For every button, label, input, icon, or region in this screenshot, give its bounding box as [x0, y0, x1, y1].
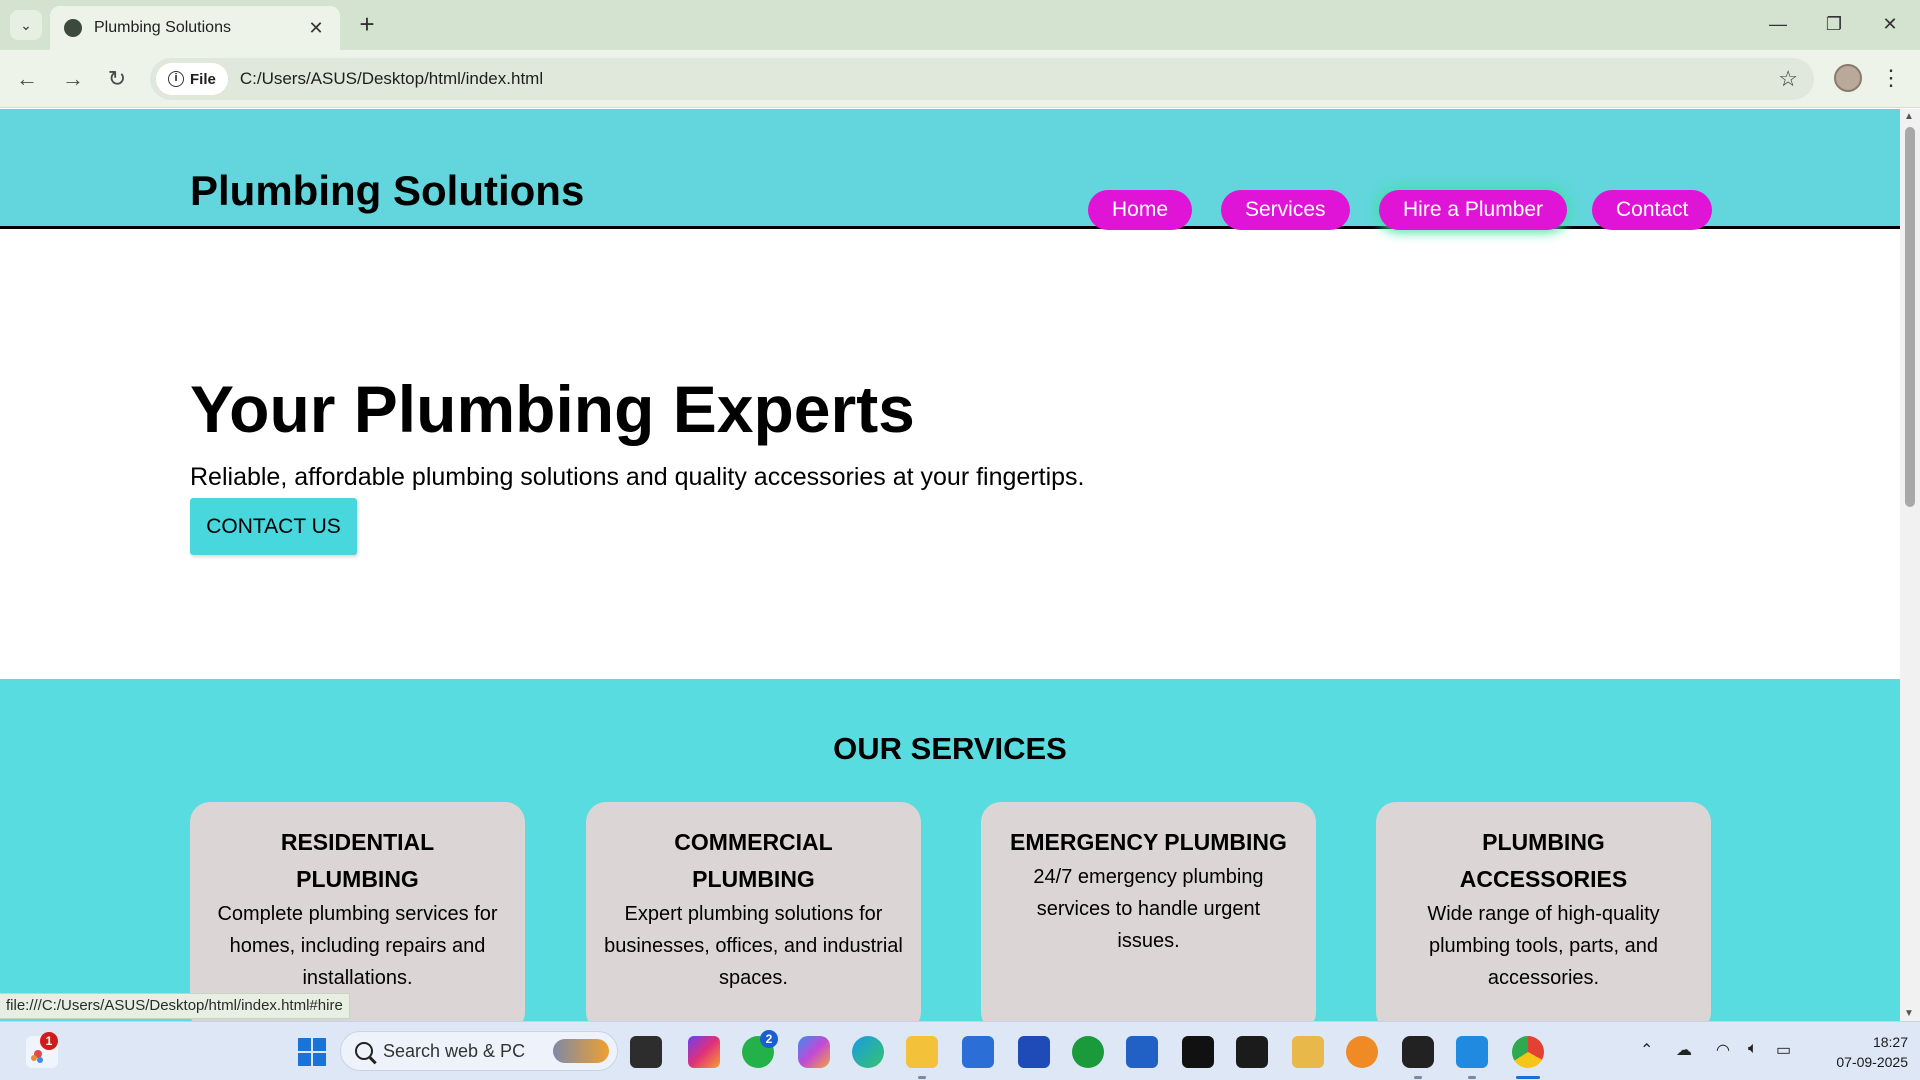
tab-title: Plumbing Solutions — [94, 19, 231, 36]
minimize-button[interactable]: — — [1758, 8, 1798, 40]
close-tab-icon[interactable]: ✕ — [306, 18, 326, 39]
page-viewport: Plumbing Solutions Home Services Hire a … — [0, 109, 1900, 1021]
hero-title: Your Plumbing Experts — [190, 372, 915, 446]
running-indicator — [1414, 1076, 1422, 1079]
volume-icon[interactable]: 🔈︎ — [1748, 1040, 1758, 1058]
scroll-thumb[interactable] — [1905, 127, 1915, 507]
paint-icon[interactable] — [1292, 1036, 1324, 1068]
service-card-text: Expert plumbing solutions for businesses… — [604, 903, 903, 989]
site-info-chip[interactable]: i File — [156, 63, 228, 95]
notification-badge: 1 — [40, 1032, 58, 1050]
reload-icon: ↻ — [107, 66, 127, 91]
system-clock[interactable]: 18:27 07-09-2025 — [1816, 1032, 1908, 1072]
task-view-icon[interactable] — [630, 1036, 662, 1068]
nav-home[interactable]: Home — [1088, 190, 1193, 230]
taskbar-search[interactable]: Search web & PC — [340, 1031, 618, 1071]
search-icon — [355, 1042, 373, 1060]
restore-button[interactable]: ❐ — [1814, 8, 1854, 40]
site-header: Plumbing Solutions Home Services Hire a … — [0, 109, 1900, 230]
start-button[interactable] — [296, 1036, 328, 1068]
arrow-left-icon: ← — [16, 66, 38, 91]
browser-toolbar: ← → ↻ i File C:/Users/ASUS/Desktop/html/… — [0, 50, 1920, 108]
profile-avatar[interactable] — [1834, 64, 1862, 92]
search-highlight-icon — [553, 1039, 610, 1063]
url-text[interactable]: C:/Users/ASUS/Desktop/html/index.html — [240, 69, 543, 89]
clock-date: 07-09-2025 — [1836, 1054, 1908, 1070]
running-indicator — [918, 1076, 926, 1079]
browser-menu-icon[interactable]: ⋮ — [1880, 64, 1902, 94]
service-card-commercial: COMMERCIAL PLUMBING Expert plumbing solu… — [586, 802, 921, 1021]
service-card-title: PLUMBING ACCESSORIES — [1459, 829, 1628, 892]
back-button[interactable]: ← — [10, 62, 44, 96]
wifi-icon[interactable]: ◠ — [1716, 1040, 1730, 1060]
windows-taskbar: 1 Search web & PC 2 ⌃ ☁ ◠ 🔈︎ ▭ 18:27 07-… — [0, 1021, 1920, 1080]
services-title: OUR SERVICES — [833, 731, 1067, 766]
windows-logo-icon — [298, 1038, 326, 1066]
scroll-down-icon[interactable]: ▼ — [1904, 1008, 1914, 1019]
new-tab-button[interactable]: + — [352, 10, 382, 40]
service-card-title: EMERGENCY PLUMBING — [1010, 829, 1287, 855]
services-section: OUR SERVICES RESIDENTIAL PLUMBING Comple… — [0, 679, 1900, 1021]
service-card-residential: RESIDENTIAL PLUMBING Complete plumbing s… — [190, 802, 525, 1021]
hero-subtitle: Reliable, affordable plumbing solutions … — [190, 463, 1085, 491]
tab-search-button[interactable]: ⌄ — [10, 10, 42, 40]
status-bar-link: file:///C:/Users/ASUS/Desktop/html/index… — [0, 993, 350, 1019]
clock-time: 18:27 — [1872, 1034, 1908, 1050]
blender-icon[interactable] — [1346, 1036, 1378, 1068]
service-card-title: COMMERCIAL PLUMBING — [674, 829, 833, 892]
close-window-button[interactable]: ✕ — [1870, 8, 1910, 40]
chevron-down-icon: ⌄ — [20, 16, 32, 33]
nav-services[interactable]: Services — [1221, 190, 1350, 230]
service-card-accessories: PLUMBING ACCESSORIES Wide range of high-… — [1376, 802, 1711, 1021]
bookmark-star-icon[interactable]: ☆ — [1778, 66, 1798, 92]
azure-icon[interactable] — [1018, 1036, 1050, 1068]
contact-us-button[interactable]: CONTACT US — [190, 498, 357, 555]
browser-tab-bar: ⌄ Plumbing Solutions ✕ + — ❐ ✕ — [0, 0, 1920, 50]
xbox-icon[interactable] — [1072, 1036, 1104, 1068]
service-card-text: Complete plumbing services for homes, in… — [217, 903, 498, 989]
info-icon: i — [168, 71, 184, 87]
nav-contact[interactable]: Contact — [1592, 190, 1713, 230]
scroll-up-icon[interactable]: ▲ — [1904, 111, 1914, 122]
copilot-icon[interactable] — [798, 1036, 830, 1068]
forward-button[interactable]: → — [56, 62, 90, 96]
word-icon[interactable] — [1126, 1036, 1158, 1068]
minimize-icon: — — [1769, 13, 1787, 34]
service-card-title: RESIDENTIAL PLUMBING — [280, 829, 435, 892]
close-icon: ✕ — [1882, 13, 1898, 34]
site-logo: Plumbing Solutions — [190, 167, 585, 214]
onedrive-icon[interactable]: ☁ — [1676, 1040, 1692, 1060]
store-icon[interactable] — [962, 1036, 994, 1068]
taskbar-search-placeholder: Search web & PC — [383, 1040, 526, 1061]
globe-icon — [64, 19, 82, 37]
reload-button[interactable]: ↻ — [100, 62, 134, 96]
service-card-emergency: EMERGENCY PLUMBING 24/7 emergency plumbi… — [981, 802, 1316, 1021]
whatsapp-badge: 2 — [760, 1030, 778, 1048]
figma-icon[interactable] — [1236, 1036, 1268, 1068]
chrome-icon[interactable] — [1512, 1036, 1544, 1068]
page-scrollbar[interactable]: ▲ ▼ — [1900, 109, 1920, 1021]
instagram-icon[interactable] — [688, 1036, 720, 1068]
chatgpt-icon[interactable] — [1402, 1036, 1434, 1068]
chevron-up-icon[interactable]: ⌃ — [1640, 1040, 1653, 1060]
service-card-text: 24/7 emergency plumbing services to hand… — [1033, 866, 1264, 952]
restore-icon: ❐ — [1825, 13, 1843, 34]
service-card-text: Wide range of high-quality plumbing tool… — [1427, 903, 1660, 989]
running-indicator — [1468, 1076, 1476, 1079]
vscode-icon[interactable] — [1456, 1036, 1488, 1068]
file-explorer-icon[interactable] — [906, 1036, 938, 1068]
active-app-indicator — [1516, 1076, 1540, 1079]
browser-tab-active[interactable]: Plumbing Solutions ✕ — [50, 6, 340, 50]
nav-hire-a-plumber[interactable]: Hire a Plumber — [1379, 190, 1568, 230]
address-bar[interactable]: i File C:/Users/ASUS/Desktop/html/index.… — [150, 58, 1814, 100]
edge-icon[interactable] — [852, 1036, 884, 1068]
arrow-right-icon: → — [62, 66, 84, 91]
affinity-icon[interactable] — [1182, 1036, 1214, 1068]
site-chip-label: File — [190, 70, 216, 88]
battery-icon[interactable]: ▭ — [1776, 1040, 1791, 1060]
